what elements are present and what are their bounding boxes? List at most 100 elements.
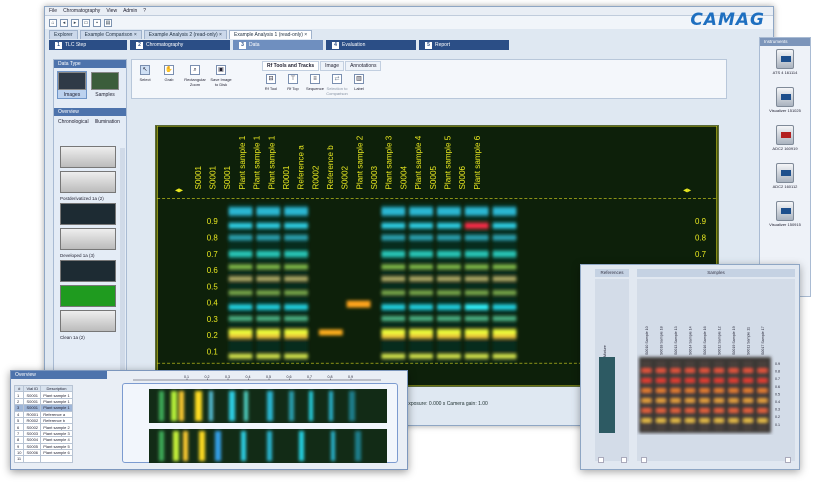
menu-help[interactable]: ? — [143, 8, 146, 14]
band — [464, 235, 489, 241]
track-label: Plant sample 6 — [473, 135, 482, 189]
tab-explorer[interactable]: Explorer — [49, 30, 78, 39]
scroll-left-icon[interactable] — [598, 457, 604, 463]
sequence-button[interactable]: ≡ Sequence — [304, 74, 326, 91]
rf-tool-button[interactable]: ⊟ Rf Tool — [260, 74, 282, 91]
save-image-button[interactable]: ▣ Save Image to Disk — [210, 65, 232, 87]
band — [409, 316, 434, 321]
rf-tick-label: 0.3 — [775, 408, 780, 412]
band — [267, 391, 273, 421]
table-row[interactable]: 11 — [13, 455, 73, 463]
instrument-visualizer[interactable]: Visualizer 150915 — [760, 198, 810, 236]
left-panel: Data Type Images Samples Overview Chrono… — [53, 59, 127, 423]
band — [656, 399, 666, 402]
band — [492, 264, 517, 269]
track-image[interactable] — [149, 429, 387, 463]
menu-file[interactable]: File — [49, 8, 57, 14]
instrument-visualizer[interactable]: Visualizer 151025 — [760, 84, 810, 122]
step-evaluation[interactable]: 4 Evaluation — [326, 40, 416, 50]
visualizer-icon — [776, 201, 794, 221]
ribbon-tab-annotations[interactable]: Annotations — [345, 61, 382, 71]
rf-top-button[interactable]: ⊤ Rf Top — [282, 74, 304, 91]
scroll-left-icon[interactable] — [641, 457, 647, 463]
instrument-adc2[interactable]: ADC2 160919 — [760, 122, 810, 160]
menu-view[interactable]: View — [106, 8, 117, 14]
band — [743, 389, 753, 392]
scroll-right-icon[interactable] — [621, 457, 627, 463]
band — [743, 419, 753, 422]
band — [409, 329, 434, 335]
instrument-ats4[interactable]: ATS 4 161114 — [760, 46, 810, 84]
instrument-adc2[interactable]: ADC2 160112 — [760, 160, 810, 198]
step-tlc-step[interactable]: 1 TLC Step — [49, 40, 127, 50]
band — [743, 379, 753, 382]
band — [642, 409, 651, 412]
band — [714, 409, 724, 412]
selection-to-comparison-button[interactable]: ⇄ Selection to Comparison — [326, 74, 348, 96]
band — [284, 329, 308, 335]
samples-header: Samples — [637, 269, 795, 277]
scale-label: 0.1 — [184, 375, 189, 379]
scale-label: 0.4 — [246, 375, 251, 379]
tab-example-analysis-2[interactable]: Example Analysis 2 (read-only) × — [143, 30, 227, 39]
back-icon[interactable]: ◂ — [60, 18, 68, 27]
plate-thumbnail[interactable] — [60, 228, 116, 250]
band — [228, 354, 253, 359]
band — [464, 334, 489, 339]
band — [743, 409, 753, 412]
band — [671, 399, 680, 402]
home-icon[interactable]: ⌂ — [49, 18, 57, 27]
data-type-images[interactable]: Images — [57, 71, 87, 99]
adc2-icon — [776, 163, 794, 183]
track-label: R0001 — [282, 165, 291, 189]
save-icon[interactable]: ▪ — [93, 18, 101, 27]
plate-thumbnail[interactable] — [60, 146, 116, 168]
step-data[interactable]: 3 Data — [233, 40, 323, 50]
plate-thumbnail[interactable] — [60, 171, 116, 193]
vial-id-cell: R0001 — [23, 410, 42, 418]
band — [729, 419, 738, 422]
tab-example-comparison[interactable]: Example Comparison × — [79, 30, 142, 39]
menu-chromatography[interactable]: Chromatography — [63, 8, 100, 14]
band — [256, 290, 281, 295]
group-label: Clean 1a (2) — [60, 335, 85, 340]
forward-icon[interactable]: ▸ — [71, 18, 79, 27]
ribbon-tab-rf-tools[interactable]: Rf Tools and Tracks — [262, 61, 320, 71]
band — [409, 290, 434, 295]
samples-plate[interactable]: S0010 Sample 10 S0018 Sample 18 S0013 Samp… — [637, 325, 795, 435]
plate-thumbnail[interactable] — [60, 310, 116, 332]
plate-thumbnail[interactable] — [60, 260, 116, 282]
ribbon-tab-image[interactable]: Image — [320, 61, 345, 71]
plate-thumbnail[interactable] — [60, 203, 116, 225]
front-marker-icon[interactable]: ◂▸ — [175, 185, 183, 194]
reference-track[interactable] — [599, 357, 615, 433]
scroll-right-icon[interactable] — [785, 457, 791, 463]
samples-icon — [91, 72, 119, 90]
plate-thumbnail[interactable] — [60, 285, 116, 307]
subtab-chronological[interactable]: Chronological — [58, 119, 89, 125]
track-label: Plant sample 1 — [253, 135, 262, 189]
band — [437, 316, 461, 321]
description-cell: Plant sample 3 — [40, 429, 73, 438]
rect-zoom-button[interactable]: ⌕ Rectangular Zoom — [184, 65, 206, 87]
front-marker-icon[interactable]: ◂▸ — [683, 185, 691, 194]
step-chromatography[interactable]: 2 Chromatography — [130, 40, 230, 50]
band — [409, 304, 434, 310]
grab-button[interactable]: ✋ Grab — [158, 65, 180, 82]
menu-admin[interactable]: Admin — [123, 8, 137, 14]
data-type-samples[interactable]: Samples — [91, 72, 119, 98]
sample-label: S0014 Sample 14 — [689, 326, 693, 355]
subtab-illumination[interactable]: Illumination — [95, 119, 120, 125]
label-button[interactable]: ▥ Label — [348, 74, 370, 91]
band — [685, 379, 695, 382]
print-icon[interactable]: ▤ — [104, 18, 112, 27]
select-button[interactable]: ↖ Select — [134, 65, 156, 82]
step-report[interactable]: 5 Report — [419, 40, 509, 50]
band — [729, 389, 738, 392]
open-icon[interactable]: ▭ — [82, 18, 90, 27]
track-image[interactable] — [149, 389, 387, 423]
band — [329, 391, 333, 421]
tab-example-analysis-1[interactable]: Example Analysis 1 (read-only) × — [228, 30, 313, 39]
band — [256, 276, 281, 281]
band — [409, 264, 434, 269]
